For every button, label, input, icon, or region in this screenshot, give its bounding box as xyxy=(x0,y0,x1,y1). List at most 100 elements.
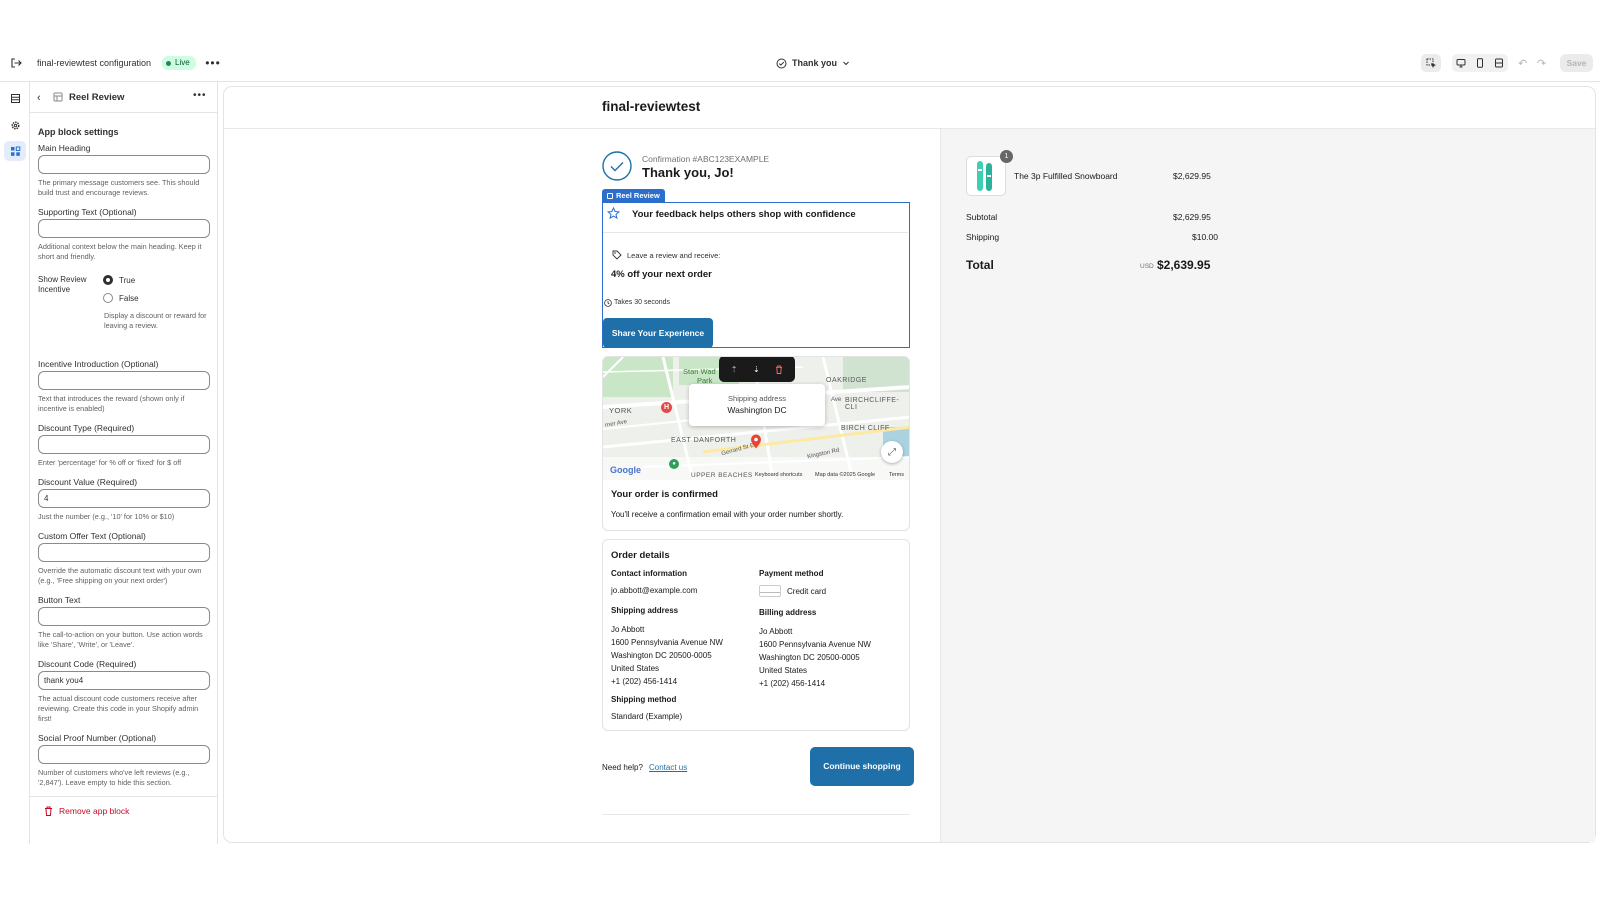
inspector-icon[interactable] xyxy=(1421,54,1441,72)
map-data-text: Map data ©2025 Google xyxy=(815,472,876,478)
discount-code-input[interactable]: thank you4 xyxy=(38,671,210,690)
button-text-help: The call-to-action on your button. Use a… xyxy=(38,630,203,649)
shipping-method-value: Standard (Example) xyxy=(611,712,683,721)
map-label: Stan Wad xyxy=(683,367,716,376)
address-line: +1 (202) 456-1414 xyxy=(759,679,826,688)
sections-icon[interactable] xyxy=(8,91,22,105)
config-title: final-reviewtest configuration xyxy=(37,58,152,68)
address-line: United States xyxy=(759,666,808,675)
confirmation-number: Confirmation #ABC123EXAMPLE xyxy=(642,154,770,164)
social-proof-input[interactable] xyxy=(38,745,210,764)
radio-true[interactable]: True xyxy=(103,275,135,285)
intro-help: Text that introduces the reward (shown o… xyxy=(38,394,185,413)
clock-icon xyxy=(604,299,612,307)
page-selector[interactable]: Thank you xyxy=(776,55,850,71)
star-icon xyxy=(607,207,620,220)
social-proof-help: Number of customers who've left reviews … xyxy=(38,768,190,787)
radio-unchecked-icon xyxy=(103,293,113,303)
discount-value-input[interactable]: 4 xyxy=(38,489,210,508)
divider xyxy=(602,814,910,815)
map-pin-icon xyxy=(750,434,762,449)
move-down-icon[interactable]: ⇣ xyxy=(753,365,760,374)
contact-label: Contact information xyxy=(611,569,687,578)
review-block[interactable]: Your feedback helps others shop with con… xyxy=(602,202,910,348)
settings-sidebar: ‹ Reel Review ••• App block settings Mai… xyxy=(30,82,218,844)
continue-shopping-button[interactable]: Continue shopping xyxy=(810,747,914,786)
redo-icon[interactable]: ↷ xyxy=(1537,57,1546,70)
order-details-title: Order details xyxy=(611,550,670,561)
currency-label: USD xyxy=(1140,263,1154,270)
map-label: EAST DANFORTH xyxy=(671,437,737,444)
contact-us-link[interactable]: Contact us xyxy=(649,763,687,772)
hospital-icon: H xyxy=(661,402,672,413)
thank-you-heading: Thank you, Jo! xyxy=(642,165,734,180)
delete-icon[interactable] xyxy=(775,365,783,374)
tag-icon xyxy=(612,250,622,260)
total-value: $2,639.95 xyxy=(1157,258,1211,272)
map[interactable]: Stan Wad Park OAKRIDGE YORK BIRCHCLIFFE-… xyxy=(603,357,909,480)
share-experience-button[interactable]: Share Your Experience xyxy=(603,318,713,348)
fullscreen-icon[interactable] xyxy=(1494,58,1504,68)
custom-offer-input[interactable] xyxy=(38,543,210,562)
leave-review-text: Leave a review and receive: xyxy=(627,251,721,260)
map-toolbar: ⇡ ⇣ xyxy=(719,357,795,382)
custom-offer-help: Override the automatic discount text wit… xyxy=(38,566,202,585)
terms-link[interactable]: Terms xyxy=(889,472,904,478)
left-rail xyxy=(0,82,30,844)
radio-false[interactable]: False xyxy=(103,293,139,303)
fullscreen-map-icon[interactable]: ⤢ xyxy=(881,441,903,463)
checkout-preview: final-reviewtest Confirmation #ABC123EXA… xyxy=(224,87,1595,842)
address-line: Washington DC 20500-0005 xyxy=(611,651,712,660)
payment-method: Credit card xyxy=(759,585,826,597)
back-chevron-icon[interactable]: ‹ xyxy=(37,92,41,104)
main-heading-input[interactable] xyxy=(38,155,210,174)
intro-input[interactable] xyxy=(38,371,210,390)
supporting-text-label: Supporting Text (Optional) xyxy=(38,207,137,217)
main-heading-label: Main Heading xyxy=(38,143,91,153)
top-bar: final-reviewtest configuration Live ••• … xyxy=(0,44,1600,82)
settings-gear-icon[interactable] xyxy=(8,118,22,132)
shipping-label: Shipping xyxy=(966,232,1000,242)
snowboard-image xyxy=(977,161,992,191)
quantity-badge: 1 xyxy=(1000,150,1013,163)
divider xyxy=(30,112,218,113)
apps-icon[interactable] xyxy=(4,141,26,161)
button-text-input[interactable] xyxy=(38,607,210,626)
remove-block-button[interactable]: Remove app block xyxy=(44,806,129,816)
address-line: Jo Abbott xyxy=(759,627,793,636)
discount-type-input[interactable] xyxy=(38,435,210,454)
section-title: App block settings xyxy=(38,127,119,137)
keyboard-shortcuts-link[interactable]: Keyboard shortcuts xyxy=(755,472,802,478)
undo-icon[interactable]: ↶ xyxy=(1518,57,1527,70)
desktop-icon[interactable] xyxy=(1456,58,1466,68)
order-summary: 1 The 3p Fulfilled Snowboard $2,629.95 S… xyxy=(940,129,1595,842)
chevron-down-icon xyxy=(842,59,850,67)
block-more-icon[interactable]: ••• xyxy=(193,90,207,101)
billing-address: Jo Abbott 1600 Pennsylvania Avenue NW Wa… xyxy=(759,625,871,690)
remove-block-label: Remove app block xyxy=(59,806,130,816)
map-label: OAKRIDGE xyxy=(826,377,867,384)
page-selector-label: Thank you xyxy=(792,58,838,68)
popup-value: Washington DC xyxy=(727,405,787,415)
radio-checked-icon xyxy=(103,275,113,285)
order-confirmed-text: You'll receive a confirmation email with… xyxy=(611,510,844,519)
google-logo: Google xyxy=(610,465,641,475)
app-block-tag: Reel Review xyxy=(602,189,665,202)
address-line: Washington DC 20500-0005 xyxy=(759,653,860,662)
more-actions-icon[interactable]: ••• xyxy=(205,56,220,70)
live-badge-label: Live xyxy=(175,58,190,67)
exit-icon[interactable] xyxy=(9,56,23,70)
subtotal-label: Subtotal xyxy=(966,212,998,222)
save-button[interactable]: Save xyxy=(1560,54,1593,72)
address-line: Jo Abbott xyxy=(611,625,645,634)
block-icon xyxy=(53,92,63,102)
review-heading: Your feedback helps others shop with con… xyxy=(632,209,856,220)
move-up-icon[interactable]: ⇡ xyxy=(731,365,738,374)
supporting-text-input[interactable] xyxy=(38,219,210,238)
subtotal-value: $2,629.95 xyxy=(1173,212,1211,222)
social-proof-label: Social Proof Number (Optional) xyxy=(38,733,157,743)
block-title: Reel Review xyxy=(69,92,125,103)
mobile-icon[interactable] xyxy=(1475,58,1485,68)
address-line: 1600 Pennsylvania Avenue NW xyxy=(611,638,723,647)
map-label: BIRCHCLIFFE-CLI xyxy=(845,397,900,411)
